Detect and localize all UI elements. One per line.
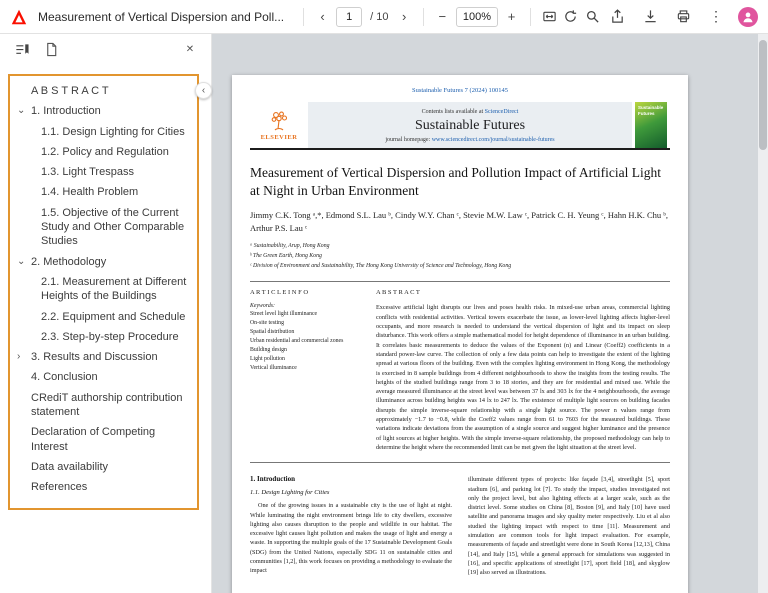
toolbar-divider xyxy=(423,8,424,26)
search-icon[interactable] xyxy=(585,6,600,28)
page-number-input[interactable] xyxy=(336,7,362,27)
thumbnails-panel-icon[interactable] xyxy=(42,40,60,58)
publisher-block: ELSEVIER xyxy=(250,102,308,148)
main-content: ✕ A B S T R A C T ⌄ 1. Introduction 1.1.… xyxy=(0,34,768,593)
chevron-down-icon[interactable]: ⌄ xyxy=(17,104,31,117)
zoom-out-button[interactable]: − xyxy=(435,6,450,28)
toolbar-divider xyxy=(530,8,531,26)
sidebar-item-credit-statement[interactable]: CRediT authorship contribution statement xyxy=(15,388,194,423)
scrollbar-thumb[interactable] xyxy=(759,40,767,150)
sidebar-item-step-procedure[interactable]: 2.3. Step-by-step Procedure xyxy=(15,327,194,347)
body-paragraph: One of the growing issues in a sustainab… xyxy=(250,501,452,575)
keyword-item: Street level light illuminance xyxy=(250,310,362,319)
keyword-item: On-site testing xyxy=(250,319,362,328)
avatar[interactable] xyxy=(738,7,758,27)
sidebar-item-light-trespass[interactable]: 1.3. Light Trespass xyxy=(15,162,194,182)
close-panel-icon[interactable]: ✕ xyxy=(181,40,199,58)
toolbar-right-group: ⋮ xyxy=(606,6,758,28)
sidebar-item-health-problem[interactable]: 1.4. Health Problem xyxy=(15,182,194,202)
sidebar-item-declaration-interest[interactable]: Declaration of Competing Interest xyxy=(15,422,194,457)
document-viewer[interactable]: Sustainable Futures 7 (2024) 100145 ELSE… xyxy=(212,34,768,593)
homepage-line: journal homepage: www.sciencedirect.com/… xyxy=(314,137,626,143)
keywords-label: Keywords: xyxy=(250,303,362,309)
overflow-menu-icon[interactable]: ⋮ xyxy=(705,6,727,28)
sidebar-item-results-discussion[interactable]: › 3. Results and Discussion xyxy=(15,347,194,367)
sidebar-item-measurement-heights[interactable]: 2.1. Measurement at Different Heights of… xyxy=(15,272,194,307)
cover-image: Sustainable Futures xyxy=(635,102,667,148)
paper-title: Measurement of Vertical Dispersion and P… xyxy=(250,164,670,200)
share-icon[interactable] xyxy=(606,6,628,28)
pdf-page: Sustainable Futures 7 (2024) 100145 ELSE… xyxy=(232,75,688,593)
zoom-in-button[interactable]: + xyxy=(504,6,519,28)
section-heading: 1. Introduction xyxy=(250,475,452,483)
affiliations: ᵃ Sustainability, Arup, Hong Kong ᵇ The … xyxy=(250,242,670,272)
elsevier-tree-icon xyxy=(267,109,291,133)
journal-cover-thumbnail: Sustainable Futures xyxy=(632,102,670,148)
affiliation-item: ᵃ Sustainability, Arup, Hong Kong xyxy=(250,242,670,252)
annotation-highlight-box: A B S T R A C T ⌄ 1. Introduction 1.1. D… xyxy=(8,74,199,510)
sidebar-item-abstract[interactable]: A B S T R A C T xyxy=(15,81,194,101)
journal-masthead: ELSEVIER Contents lists available at Sci… xyxy=(250,102,670,150)
sidebar-item-introduction[interactable]: ⌄ 1. Introduction xyxy=(15,101,194,121)
masthead-center: Contents lists available at ScienceDirec… xyxy=(308,102,632,148)
article-info-heading: A R T I C L E I N F O xyxy=(250,289,362,296)
abstract-text: Excessive artificial light disrupts our … xyxy=(376,303,670,452)
next-page-button[interactable]: › xyxy=(397,6,412,28)
sidebar-item-design-lighting[interactable]: 1.1. Design Lighting for Cities xyxy=(15,122,194,142)
homepage-label: journal homepage: xyxy=(385,137,430,143)
sciencedirect-link[interactable]: ScienceDirect xyxy=(485,109,519,115)
affiliation-item: ᶜ Division of Environment and Sustainabi… xyxy=(250,262,670,272)
keyword-item: Building design xyxy=(250,346,362,355)
body-paragraph: illuminate different types of projects: … xyxy=(468,475,670,577)
journal-name: Sustainable Futures xyxy=(314,118,626,134)
abstract-heading: A B S T R A C T xyxy=(376,289,670,296)
subsection-heading: 1.1. Design Lighting for Cities xyxy=(250,489,452,496)
vertical-scrollbar[interactable] xyxy=(758,34,768,593)
article-info-column: A R T I C L E I N F O Keywords: Street l… xyxy=(250,289,362,452)
acrobat-logo-icon[interactable] xyxy=(10,7,28,27)
homepage-link[interactable]: www.sciencedirect.com/journal/sustainabl… xyxy=(432,137,555,143)
sidebar-item-objective[interactable]: 1.5. Objective of the Current Study and … xyxy=(15,203,194,252)
contents-line: Contents lists available at ScienceDirec… xyxy=(314,109,626,115)
bookmarks-panel-icon[interactable] xyxy=(12,40,30,58)
article-info-abstract-section: A R T I C L E I N F O Keywords: Street l… xyxy=(250,281,670,463)
contents-prefix: Contents lists available at xyxy=(422,109,484,115)
sidebar-item-equipment-schedule[interactable]: 2.2. Equipment and Schedule xyxy=(15,307,194,327)
authors-line: Jimmy C.K. Tong ᵃ,*, Edmond S.L. Lau ᵇ, … xyxy=(250,209,670,235)
toolbar-divider xyxy=(303,8,304,26)
sidebar-item-references[interactable]: References xyxy=(15,477,194,497)
print-icon[interactable] xyxy=(672,6,694,28)
bookmarks-sidebar: ✕ A B S T R A C T ⌄ 1. Introduction 1.1.… xyxy=(0,34,212,593)
page-total-label: / 10 xyxy=(370,11,388,23)
abstract-column: A B S T R A C T Excessive artificial lig… xyxy=(376,289,670,452)
previous-page-button[interactable]: ‹ xyxy=(315,6,330,28)
body-right-column: illuminate different types of projects: … xyxy=(468,475,670,577)
chevron-right-icon[interactable]: › xyxy=(17,350,31,363)
keyword-item: Urban residential and commercial zones xyxy=(250,337,362,346)
rotate-page-button[interactable] xyxy=(563,6,578,28)
sidebar-item-conclusion[interactable]: 4. Conclusion xyxy=(15,367,194,387)
journal-reference-link[interactable]: Sustainable Futures 7 (2024) 100145 xyxy=(250,87,670,94)
body-columns: 1. Introduction 1.1. Design Lighting for… xyxy=(250,475,670,577)
top-toolbar: Measurement of Vertical Dispersion and P… xyxy=(0,0,768,34)
sidebar-item-methodology[interactable]: ⌄ 2. Methodology xyxy=(15,252,194,272)
acrobat-window: Measurement of Vertical Dispersion and P… xyxy=(0,0,768,593)
sidebar-item-data-availability[interactable]: Data availability xyxy=(15,457,194,477)
keyword-item: Spatial distribution xyxy=(250,328,362,337)
fit-width-button[interactable] xyxy=(542,6,557,28)
zoom-level-display[interactable]: 100% xyxy=(456,7,498,27)
affiliation-item: ᵇ The Green Earth, Hong Kong xyxy=(250,252,670,262)
document-title: Measurement of Vertical Dispersion and P… xyxy=(38,10,284,24)
download-icon[interactable] xyxy=(639,6,661,28)
publisher-name: ELSEVIER xyxy=(261,134,298,141)
keyword-item: Vertical illuminance xyxy=(250,364,362,373)
keyword-item: Light pollution xyxy=(250,355,362,364)
body-left-column: 1. Introduction 1.1. Design Lighting for… xyxy=(250,475,452,577)
sidebar-item-policy-regulation[interactable]: 1.2. Policy and Regulation xyxy=(15,142,194,162)
collapse-panel-icon[interactable]: ‹ xyxy=(195,82,212,99)
sidebar-toolbar: ✕ xyxy=(0,34,211,64)
cover-title-line2: Futures xyxy=(638,111,664,117)
chevron-down-icon[interactable]: ⌄ xyxy=(17,255,31,268)
